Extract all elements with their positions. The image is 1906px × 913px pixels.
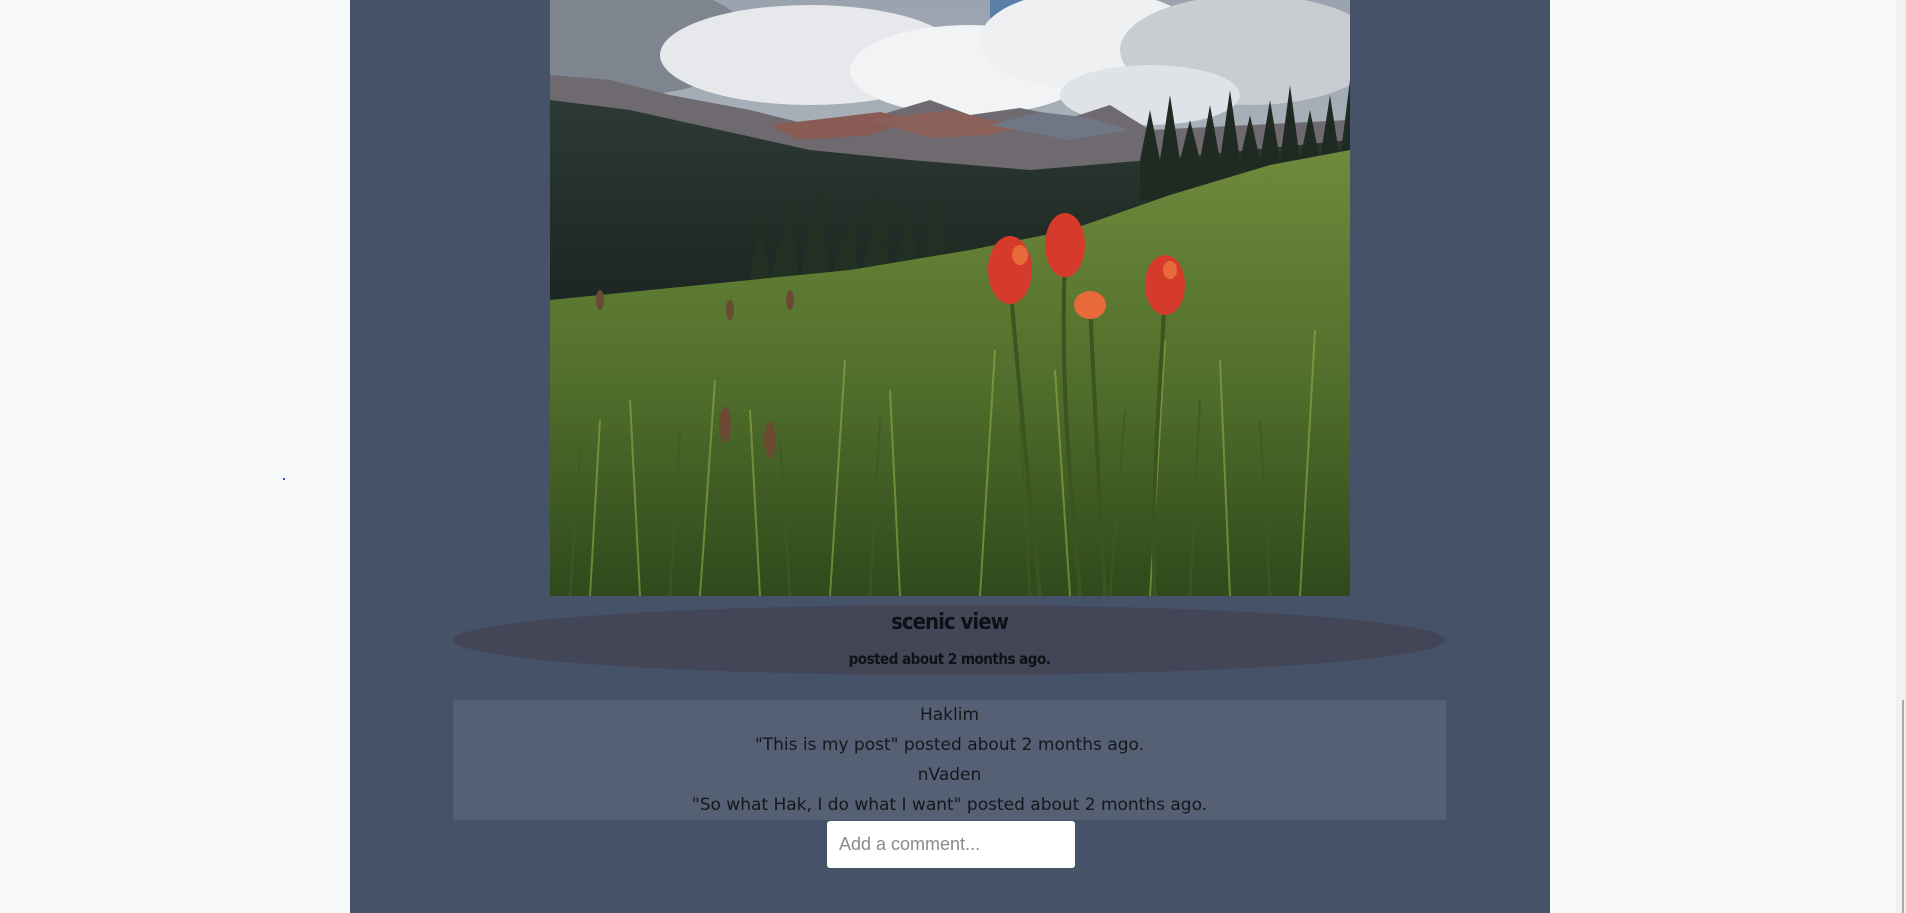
stray-dot bbox=[283, 478, 285, 480]
comment-author[interactable]: Haklim bbox=[453, 700, 1446, 730]
comment-author[interactable]: nVaden bbox=[453, 760, 1446, 790]
comment-text: "So what Hak, I do what I want" posted a… bbox=[691, 795, 1208, 815]
comments-list: Haklim "This is my post" posted about 2 … bbox=[453, 700, 1446, 820]
add-comment-input[interactable] bbox=[827, 821, 1075, 868]
post-title: scenic view bbox=[891, 610, 1009, 635]
scrollbar[interactable] bbox=[1896, 0, 1906, 913]
post-caption: scenic view posted about 2 months ago. bbox=[453, 605, 1446, 675]
post-photo[interactable] bbox=[550, 0, 1350, 596]
post-timestamp: posted about 2 months ago. bbox=[848, 650, 1051, 668]
post-column: scenic view posted about 2 months ago. H… bbox=[350, 0, 1550, 913]
comment-text: "This is my post" posted about 2 months … bbox=[754, 735, 1145, 755]
page: scenic view posted about 2 months ago. H… bbox=[0, 0, 1906, 913]
scrollbar-thumb[interactable] bbox=[1902, 700, 1904, 913]
